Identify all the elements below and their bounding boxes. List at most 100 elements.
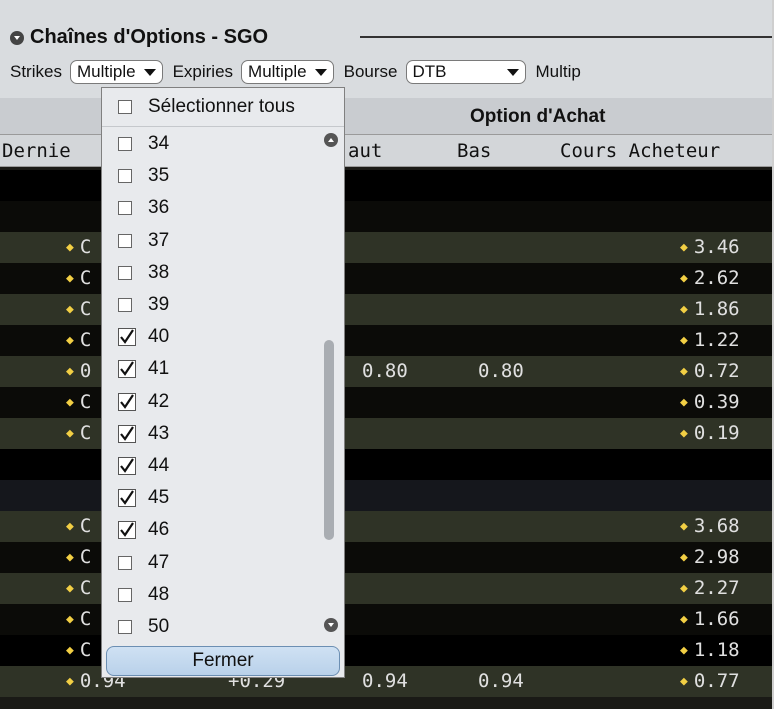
- diamond-icon: ◆: [680, 364, 688, 379]
- col-header-bid[interactable]: Cours Acheteur: [560, 140, 720, 162]
- cell-last: ◆ C: [66, 546, 91, 568]
- cell-low-value: 0.80: [478, 360, 524, 382]
- strike-checkbox[interactable]: [118, 266, 132, 280]
- strike-label: 36: [148, 197, 170, 218]
- strike-checkbox[interactable]: [118, 556, 132, 570]
- cell-low-value: 0.94: [478, 670, 524, 692]
- strike-label: 47: [148, 552, 170, 573]
- checkmark-icon: [118, 489, 136, 507]
- strike-option-34[interactable]: 34: [118, 133, 169, 155]
- cell-bid: ◆ 2.98: [680, 546, 740, 568]
- option-chain-window: Chaînes d'Options - SGO Strikes Multiple…: [0, 0, 774, 709]
- col-header-high[interactable]: aut: [348, 140, 382, 162]
- cell-last-value: C: [79, 515, 92, 537]
- cell-bid: ◆ 0.39: [680, 391, 740, 413]
- strike-option-41[interactable]: 41: [118, 358, 169, 380]
- strike-checkbox[interactable]: [118, 521, 136, 539]
- strike-checkbox[interactable]: [118, 425, 136, 443]
- strike-checkbox[interactable]: [118, 360, 136, 378]
- strike-option-37[interactable]: 37: [118, 230, 169, 252]
- strike-checkbox[interactable]: [118, 169, 132, 183]
- strike-option-38[interactable]: 38: [118, 262, 169, 284]
- checkmark-icon: [118, 393, 136, 411]
- strike-label: 50: [148, 616, 170, 637]
- cell-bid-value: 3.46: [693, 236, 740, 258]
- diamond-icon: ◆: [66, 240, 74, 255]
- select-all-item[interactable]: Sélectionner tous: [118, 96, 295, 118]
- select-all-checkbox[interactable]: [118, 100, 132, 114]
- strike-option-40[interactable]: 40: [118, 326, 169, 348]
- diamond-icon: ◆: [680, 550, 688, 565]
- dropdown-divider: [102, 126, 344, 127]
- cell-last: ◆ C: [66, 639, 91, 661]
- strike-option-50[interactable]: 50: [118, 616, 169, 638]
- chain-controls: Strikes Multiple Expiries Multiple Bours…: [10, 60, 589, 84]
- checkmark-icon: [118, 521, 136, 539]
- strike-checkbox[interactable]: [118, 457, 136, 475]
- cell-bid: ◆ 0.19: [680, 422, 740, 444]
- cell-last-value: C: [79, 298, 92, 320]
- strike-option-35[interactable]: 35: [118, 165, 169, 187]
- strike-option-47[interactable]: 47: [118, 552, 169, 574]
- strike-checkbox[interactable]: [118, 620, 132, 634]
- col-header-last[interactable]: Dernie: [2, 140, 71, 162]
- cell-last-value: 0: [79, 360, 92, 382]
- strike-option-43[interactable]: 43: [118, 423, 169, 445]
- strike-checkbox[interactable]: [118, 234, 132, 248]
- exchange-select[interactable]: DTB: [405, 60, 526, 84]
- strikes-select[interactable]: Multiple: [69, 60, 163, 84]
- strike-option-36[interactable]: 36: [118, 197, 169, 219]
- chevron-down-icon: [506, 68, 519, 76]
- multiplier-label: Multip: [535, 62, 581, 81]
- strike-checkbox[interactable]: [118, 328, 136, 346]
- expiries-select[interactable]: Multiple: [241, 60, 334, 84]
- strike-checkbox[interactable]: [118, 298, 132, 312]
- diamond-icon: ◆: [66, 302, 74, 317]
- cell-high-value: 0.94: [362, 670, 408, 692]
- diamond-icon: ◆: [680, 674, 688, 689]
- strike-option-44[interactable]: 44: [118, 455, 169, 477]
- cell-bid-value: 1.18: [693, 639, 740, 661]
- diamond-icon: ◆: [680, 581, 688, 596]
- cell-bid-value: 1.66: [693, 608, 740, 630]
- cell-last-value: C: [79, 329, 92, 351]
- diamond-icon: ◆: [680, 612, 688, 627]
- strike-checkbox[interactable]: [118, 588, 132, 602]
- call-option-group-label: Option d'Achat: [470, 106, 606, 127]
- cell-last-value: C: [79, 267, 92, 289]
- diamond-icon: ◆: [66, 271, 74, 286]
- cell-bid-value: 1.22: [693, 329, 740, 351]
- chevron-down-icon: [314, 68, 327, 76]
- strike-checkbox[interactable]: [118, 137, 132, 151]
- cell-last: ◆ C: [66, 608, 91, 630]
- select-all-label: Sélectionner tous: [148, 96, 295, 117]
- panel-title: Chaînes d'Options - SGO: [30, 26, 269, 48]
- expiries-label: Expiries: [172, 62, 234, 81]
- cell-last-value: C: [79, 422, 92, 444]
- strike-checkbox[interactable]: [118, 489, 136, 507]
- strike-label: 45: [148, 487, 170, 508]
- cell-bid-value: 2.98: [693, 546, 740, 568]
- cell-high: 0.94: [362, 670, 408, 692]
- strike-option-46[interactable]: 46: [118, 519, 169, 541]
- expiries-select-value: Multiple: [248, 62, 307, 81]
- scroll-up-icon[interactable]: [324, 133, 338, 147]
- cell-bid-value: 1.86: [693, 298, 740, 320]
- exchange-label: Bourse: [343, 62, 398, 81]
- diamond-icon: ◆: [66, 364, 74, 379]
- strike-option-42[interactable]: 42: [118, 391, 169, 413]
- col-header-low[interactable]: Bas: [457, 140, 491, 162]
- strike-checkbox[interactable]: [118, 201, 132, 215]
- cell-bid-value: 0.39: [693, 391, 740, 413]
- strike-label: 46: [148, 519, 170, 540]
- close-dropdown-button[interactable]: Fermer: [106, 646, 340, 676]
- strike-checkbox[interactable]: [118, 393, 136, 411]
- cell-bid-value: 2.27: [693, 577, 740, 599]
- strike-list-scroll-thumb[interactable]: [324, 340, 334, 540]
- strike-option-48[interactable]: 48: [118, 584, 169, 606]
- collapse-chevron-icon[interactable]: [10, 30, 24, 45]
- strike-option-45[interactable]: 45: [118, 487, 169, 509]
- strike-option-39[interactable]: 39: [118, 294, 169, 316]
- scroll-down-icon[interactable]: [324, 618, 338, 632]
- strike-label: 37: [148, 230, 170, 251]
